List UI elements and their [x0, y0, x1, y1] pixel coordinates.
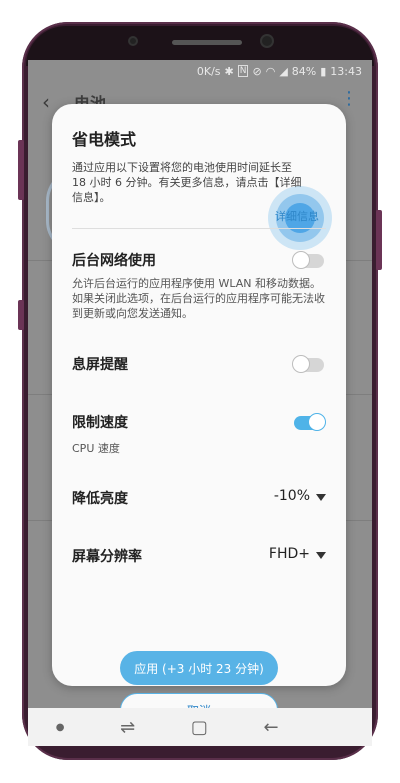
limit-speed-label: 限制速度: [72, 415, 128, 431]
details-link[interactable]: 详细信息: [275, 208, 319, 224]
back-arrow-icon[interactable]: ‹: [42, 90, 50, 114]
dialog-title: 省电模式: [72, 130, 137, 149]
bixby-button: [18, 300, 24, 330]
more-vertical-icon[interactable]: ⋮: [340, 88, 358, 109]
sensor-icon: [130, 38, 136, 44]
earpiece: [172, 40, 242, 45]
reduce-brightness-label: 降低亮度: [72, 491, 128, 507]
chevron-down-icon[interactable]: [316, 494, 326, 501]
toggle-knob: [292, 355, 310, 373]
reduce-brightness-value[interactable]: -10%: [274, 488, 310, 504]
recents-icon[interactable]: ⇌: [120, 717, 135, 738]
dot-indicator: ●: [55, 721, 65, 733]
nfc-icon: N: [237, 65, 249, 77]
toggle-knob: [292, 251, 310, 269]
network-speed: 0K/s: [196, 64, 221, 78]
home-icon[interactable]: ▢: [191, 717, 208, 738]
background-network-toggle[interactable]: [292, 251, 324, 269]
divider: [72, 228, 326, 229]
dialog-description: 通过应用以下设置将您的电池使用时间延长至 18 小时 6 分钟。有关更多信息，请…: [72, 161, 302, 204]
power-saving-dialog: 省电模式 通过应用以下设置将您的电池使用时间延长至 18 小时 6 分钟。有关更…: [52, 104, 346, 708]
cpu-speed-subtitle: CPU 速度: [72, 442, 120, 455]
wifi-icon: ◠: [265, 64, 276, 78]
battery-percent: 84%: [291, 64, 317, 78]
apply-button[interactable]: 应用 (+3 小时 23 分钟): [120, 651, 278, 685]
bluetooth-icon: ✱: [224, 64, 234, 78]
screen-resolution-value[interactable]: FHD+: [269, 546, 310, 562]
screen-resolution-label: 屏幕分辨率: [72, 549, 142, 565]
nav-back-icon[interactable]: ←: [263, 717, 278, 738]
clock: 13:43: [330, 64, 362, 78]
toggle-knob: [308, 413, 326, 431]
status-bar: 0K/s ✱ N ⊘ ◠ ◢ 84% ▮ 13:43: [28, 60, 372, 82]
screen-off-reminder-label: 息屏提醒: [72, 357, 128, 373]
front-camera-icon: [262, 36, 272, 46]
battery-icon: ▮: [320, 64, 327, 78]
background-network-label: 后台网络使用: [72, 253, 156, 269]
mute-icon: ⊘: [252, 64, 262, 78]
navigation-bar: ● ⇌ ▢ ←: [28, 708, 372, 746]
screen-off-reminder-toggle[interactable]: [292, 355, 324, 373]
volume-button: [18, 140, 24, 200]
chevron-down-icon[interactable]: [316, 552, 326, 559]
screen: 0K/s ✱ N ⊘ ◠ ◢ 84% ▮ 13:43 ‹ 电池 ⋮ 省电模式 通…: [28, 60, 372, 708]
limit-speed-toggle[interactable]: [294, 413, 326, 431]
power-button: [376, 210, 382, 270]
background-network-description: 允许后台运行的应用程序使用 WLAN 和移动数据。如果关闭此选项，在后台运行的应…: [72, 277, 325, 320]
cancel-button[interactable]: 取消: [120, 693, 278, 708]
signal-icon: ◢: [279, 64, 288, 78]
